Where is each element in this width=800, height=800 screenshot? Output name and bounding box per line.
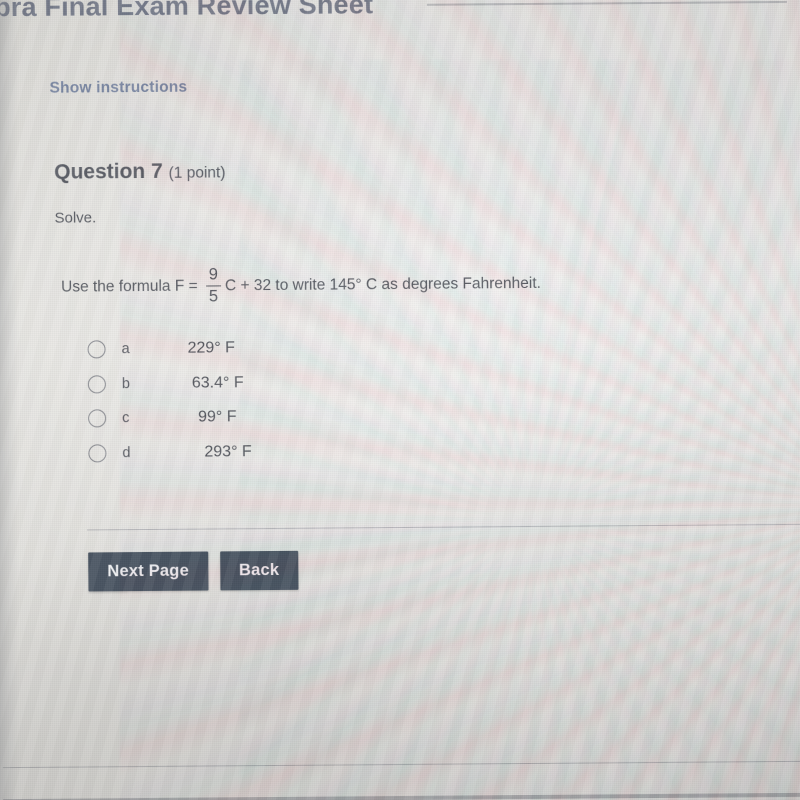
answer-text: 293° F: [204, 442, 252, 461]
quiz-page: ebra Final Exam Review Sheet Show instru…: [0, 0, 800, 800]
radio-button-icon[interactable]: [87, 375, 106, 394]
show-instructions-link[interactable]: Show instructions: [49, 79, 187, 98]
fraction-bar: [205, 284, 221, 287]
question-number: Question 7: [54, 159, 163, 184]
next-page-button[interactable]: Next Page: [88, 551, 209, 592]
answer-option-c[interactable]: c 99° F: [88, 400, 252, 436]
answer-options-list: a 229° F b 63.4° F c 99° F d 293° F: [87, 331, 252, 471]
answer-option-a[interactable]: a 229° F: [87, 331, 251, 367]
back-button[interactable]: Back: [219, 550, 299, 591]
answer-letter: a: [121, 341, 130, 358]
header-divider: [426, 0, 787, 6]
content-divider: [87, 523, 800, 531]
answer-option-b[interactable]: b 63.4° F: [87, 366, 252, 402]
answer-text: 229° F: [187, 339, 235, 357]
navigation-buttons: Next Page Back: [88, 550, 299, 592]
radio-button-icon[interactable]: [87, 340, 106, 359]
question-points: (1 point): [168, 164, 226, 182]
answer-letter: c: [122, 410, 130, 427]
answer-letter: b: [121, 375, 131, 392]
fraction-numerator: 9: [208, 265, 219, 284]
radio-button-icon[interactable]: [88, 409, 107, 428]
footer-divider: [2, 760, 800, 769]
prompt-text-before: Use the formula F =: [61, 277, 203, 296]
answer-text: 99° F: [198, 408, 237, 426]
answer-letter: d: [122, 444, 131, 461]
answer-text: 63.4° F: [191, 373, 244, 392]
question-prompt: Use the formula F = 9 5 C + 32 to write …: [61, 265, 541, 307]
prompt-text-after: C + 32 to write 145° C as degrees Fahren…: [224, 275, 541, 295]
question-directive: Solve.: [54, 209, 97, 227]
question-heading: Question 7 (1 point): [54, 159, 225, 184]
radio-button-icon[interactable]: [88, 444, 107, 463]
fraction-denominator: 5: [208, 287, 219, 306]
answer-option-d[interactable]: d 293° F: [88, 435, 252, 471]
fraction-nine-fifths: 9 5: [205, 265, 221, 306]
photo-of-screen: ebra Final Exam Review Sheet Show instru…: [0, 0, 800, 800]
page-title: ebra Final Exam Review Sheet: [0, 0, 374, 23]
